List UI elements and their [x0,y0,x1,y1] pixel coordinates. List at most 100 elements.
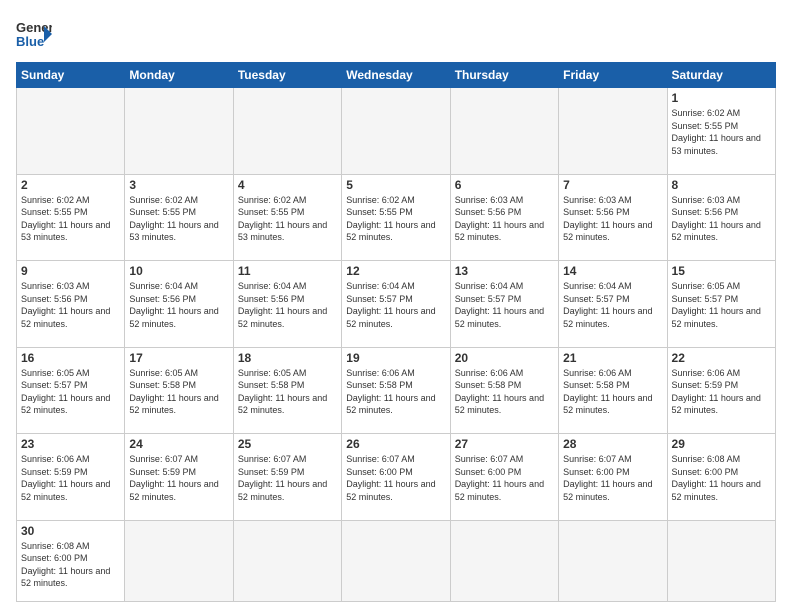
day-cell-29: 29 Sunrise: 6:08 AMSunset: 6:00 PMDayligh… [667,434,775,521]
day-number-22: 22 [672,351,771,365]
day-info-21: Sunrise: 6:06 AMSunset: 5:58 PMDaylight:… [563,367,662,417]
empty-cell [342,88,450,175]
day-info-7: Sunrise: 6:03 AMSunset: 5:56 PMDaylight:… [563,194,662,244]
week-row-2: 9 Sunrise: 6:03 AMSunset: 5:56 PMDaylight… [17,261,776,348]
day-cell-12: 12 Sunrise: 6:04 AMSunset: 5:57 PMDayligh… [342,261,450,348]
empty-cell [233,520,341,601]
day-cell-4: 4Sunrise: 6:02 AMSunset: 5:55 PMDaylight… [233,174,341,261]
day-cell-24: 24Sunrise: 6:07 AMSunset: 5:59 PMDayligh… [125,434,233,521]
day-info-17: Sunrise: 6:05 AMSunset: 5:58 PMDaylight:… [129,367,228,417]
day-number-17: 17 [129,351,228,365]
day-info-9: Sunrise: 6:03 AMSunset: 5:56 PMDaylight:… [21,280,120,330]
empty-cell [17,88,125,175]
day-cell-16: 16 Sunrise: 6:05 AMSunset: 5:57 PMDayligh… [17,347,125,434]
day-cell-23: 23Sunrise: 6:06 AMSunset: 5:59 PMDayligh… [17,434,125,521]
day-cell-22: 22 Sunrise: 6:06 AMSunset: 5:59 PMDayligh… [667,347,775,434]
day-number-9: 9 [21,264,120,278]
empty-cell [559,88,667,175]
day-cell-30: 30Sunrise: 6:08 AMSunset: 6:00 PMDayligh… [17,520,125,601]
header-monday: Monday [125,63,233,88]
week-row-1: 2Sunrise: 6:02 AMSunset: 5:55 PMDaylight… [17,174,776,261]
empty-cell [342,520,450,601]
day-number-21: 21 [563,351,662,365]
day-cell-5: 5 Sunrise: 6:02 AMSunset: 5:55 PMDaylight… [342,174,450,261]
day-info-18: Sunrise: 6:05 AMSunset: 5:58 PMDaylight:… [238,367,337,417]
week-row-3: 16 Sunrise: 6:05 AMSunset: 5:57 PMDayligh… [17,347,776,434]
day-info-5: Sunrise: 6:02 AMSunset: 5:55 PMDaylight:… [346,194,445,244]
day-info-2: Sunrise: 6:02 AMSunset: 5:55 PMDaylight:… [21,194,120,244]
week-row-5: 30Sunrise: 6:08 AMSunset: 6:00 PMDayligh… [17,520,776,601]
header-thursday: Thursday [450,63,558,88]
day-number-11: 11 [238,264,337,278]
day-info-14: Sunrise: 6:04 AMSunset: 5:57 PMDaylight:… [563,280,662,330]
day-info-16: Sunrise: 6:05 AMSunset: 5:57 PMDaylight:… [21,367,120,417]
day-number-15: 15 [672,264,771,278]
day-number-13: 13 [455,264,554,278]
day-number-16: 16 [21,351,120,365]
day-number-7: 7 [563,178,662,192]
day-number-28: 28 [563,437,662,451]
day-info-29: Sunrise: 6:08 AMSunset: 6:00 PMDaylight:… [672,453,771,503]
day-cell-1: 1 Sunrise: 6:02 AMSunset: 5:55 PMDaylight… [667,88,775,175]
logo: General Blue [16,16,52,52]
calendar-table: SundayMondayTuesdayWednesdayThursdayFrid… [16,62,776,602]
empty-cell [233,88,341,175]
day-info-4: Sunrise: 6:02 AMSunset: 5:55 PMDaylight:… [238,194,337,244]
day-number-19: 19 [346,351,445,365]
day-info-11: Sunrise: 6:04 AMSunset: 5:56 PMDaylight:… [238,280,337,330]
day-number-6: 6 [455,178,554,192]
day-number-18: 18 [238,351,337,365]
empty-cell [450,520,558,601]
day-cell-19: 19Sunrise: 6:06 AMSunset: 5:58 PMDayligh… [342,347,450,434]
week-row-0: 1 Sunrise: 6:02 AMSunset: 5:55 PMDaylight… [17,88,776,175]
day-number-3: 3 [129,178,228,192]
day-info-6: Sunrise: 6:03 AMSunset: 5:56 PMDaylight:… [455,194,554,244]
day-number-25: 25 [238,437,337,451]
week-row-4: 23Sunrise: 6:06 AMSunset: 5:59 PMDayligh… [17,434,776,521]
day-info-15: Sunrise: 6:05 AMSunset: 5:57 PMDaylight:… [672,280,771,330]
day-info-25: Sunrise: 6:07 AMSunset: 5:59 PMDaylight:… [238,453,337,503]
day-info-1: Sunrise: 6:02 AMSunset: 5:55 PMDaylight:… [672,107,771,157]
empty-cell [125,88,233,175]
header-wednesday: Wednesday [342,63,450,88]
day-number-29: 29 [672,437,771,451]
day-number-26: 26 [346,437,445,451]
day-info-12: Sunrise: 6:04 AMSunset: 5:57 PMDaylight:… [346,280,445,330]
day-info-8: Sunrise: 6:03 AMSunset: 5:56 PMDaylight:… [672,194,771,244]
day-info-28: Sunrise: 6:07 AMSunset: 6:00 PMDaylight:… [563,453,662,503]
empty-cell [559,520,667,601]
day-headers-row: SundayMondayTuesdayWednesdayThursdayFrid… [17,63,776,88]
empty-cell [450,88,558,175]
day-cell-21: 21 Sunrise: 6:06 AMSunset: 5:58 PMDayligh… [559,347,667,434]
day-number-5: 5 [346,178,445,192]
day-info-3: Sunrise: 6:02 AMSunset: 5:55 PMDaylight:… [129,194,228,244]
day-cell-8: 8Sunrise: 6:03 AMSunset: 5:56 PMDaylight… [667,174,775,261]
header-saturday: Saturday [667,63,775,88]
day-number-27: 27 [455,437,554,451]
day-info-20: Sunrise: 6:06 AMSunset: 5:58 PMDaylight:… [455,367,554,417]
page-header: General Blue [16,16,776,52]
day-cell-26: 26Sunrise: 6:07 AMSunset: 6:00 PMDayligh… [342,434,450,521]
day-cell-7: 7 Sunrise: 6:03 AMSunset: 5:56 PMDaylight… [559,174,667,261]
day-info-23: Sunrise: 6:06 AMSunset: 5:59 PMDaylight:… [21,453,120,503]
empty-cell [125,520,233,601]
day-cell-28: 28 Sunrise: 6:07 AMSunset: 6:00 PMDayligh… [559,434,667,521]
day-info-30: Sunrise: 6:08 AMSunset: 6:00 PMDaylight:… [21,540,120,590]
day-cell-17: 17 Sunrise: 6:05 AMSunset: 5:58 PMDayligh… [125,347,233,434]
day-info-27: Sunrise: 6:07 AMSunset: 6:00 PMDaylight:… [455,453,554,503]
empty-cell [667,520,775,601]
day-number-24: 24 [129,437,228,451]
header-tuesday: Tuesday [233,63,341,88]
day-cell-9: 9 Sunrise: 6:03 AMSunset: 5:56 PMDaylight… [17,261,125,348]
day-cell-13: 13Sunrise: 6:04 AMSunset: 5:57 PMDayligh… [450,261,558,348]
calendar-body: 1 Sunrise: 6:02 AMSunset: 5:55 PMDaylight… [17,88,776,602]
day-number-1: 1 [672,91,771,105]
day-number-10: 10 [129,264,228,278]
svg-text:Blue: Blue [16,34,44,49]
header-sunday: Sunday [17,63,125,88]
day-cell-14: 14Sunrise: 6:04 AMSunset: 5:57 PMDayligh… [559,261,667,348]
day-cell-15: 15 Sunrise: 6:05 AMSunset: 5:57 PMDayligh… [667,261,775,348]
day-info-22: Sunrise: 6:06 AMSunset: 5:59 PMDaylight:… [672,367,771,417]
day-cell-3: 3 Sunrise: 6:02 AMSunset: 5:55 PMDaylight… [125,174,233,261]
day-number-12: 12 [346,264,445,278]
